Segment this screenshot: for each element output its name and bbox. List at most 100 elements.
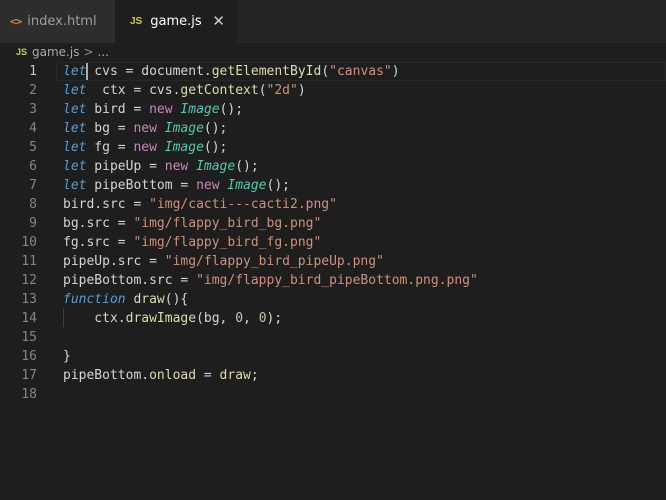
- line-number: 1: [29, 64, 37, 79]
- breadcrumb-file[interactable]: game.js: [32, 45, 79, 59]
- code-area[interactable]: pipeUp.src = "img/flappy_bird_pipeUp.png…: [56, 252, 666, 271]
- code-token: Image: [164, 140, 204, 155]
- code-token: bg: [86, 121, 118, 136]
- code-text: pipeUp.src = "img/flappy_bird_pipeUp.png…: [63, 252, 384, 271]
- code-area[interactable]: ctx.drawImage(bg, 0, 0);: [56, 309, 666, 328]
- code-text: fg.src = "img/flappy_bird_fg.png": [63, 233, 321, 252]
- code-text: pipeBottom.onload = draw;: [63, 366, 259, 385]
- code-token: 0: [258, 311, 267, 326]
- line-number: 8: [29, 197, 37, 212]
- code-token: (bg,: [196, 311, 236, 326]
- code-line[interactable]: 8 bird.src = "img/cacti---cacti2.png": [0, 195, 666, 214]
- code-line[interactable]: 17 pipeBottom.onload = draw;: [0, 366, 666, 385]
- code-area[interactable]: }: [56, 347, 666, 366]
- code-line[interactable]: 3 let bird = new Image();: [0, 100, 666, 119]
- code-token: pipeBottom: [86, 178, 181, 193]
- code-token: =: [149, 254, 157, 269]
- code-editor[interactable]: 1 let cvs = document.getElementById("canv…: [0, 61, 666, 500]
- code-text: pipeBottom.src = "img/flappy_bird_pipeBo…: [63, 271, 478, 290]
- code-area[interactable]: let bird = new Image();: [56, 100, 666, 119]
- code-line[interactable]: 13 function draw(){: [0, 290, 666, 309]
- code-token: bg.src: [63, 216, 118, 231]
- line-number: 5: [29, 140, 37, 155]
- code-token: ();: [219, 102, 244, 117]
- code-token: draw: [219, 368, 251, 383]
- line-number: 15: [21, 330, 37, 345]
- code-line[interactable]: 18: [0, 385, 666, 404]
- code-text: let ctx = cvs.getContext("2d"): [63, 81, 306, 100]
- code-text: ctx.drawImage(bg, 0, 0);: [63, 309, 282, 328]
- code-area[interactable]: let ctx = cvs.getContext("2d"): [56, 81, 666, 100]
- code-line[interactable]: 6 let pipeUp = new Image();: [0, 157, 666, 176]
- breadcrumb: JS game.js > ...: [0, 43, 666, 61]
- code-token: ();: [203, 140, 228, 155]
- code-line[interactable]: 10 fg.src = "img/flappy_bird_fg.png": [0, 233, 666, 252]
- tab-index-html[interactable]: <> index.html: [0, 0, 115, 43]
- code-token: ): [391, 64, 400, 79]
- code-area[interactable]: pipeBottom.src = "img/flappy_bird_pipeBo…: [56, 271, 666, 290]
- code-token: "2d": [266, 83, 298, 98]
- tab-game-js[interactable]: JS game.js ✕: [115, 0, 237, 43]
- code-token: let: [63, 83, 87, 98]
- code-text: function draw(){: [63, 290, 188, 309]
- line-number: 13: [21, 292, 37, 307]
- code-area[interactable]: let cvs = document.getElementById("canva…: [56, 62, 666, 81]
- code-token: =: [117, 140, 126, 155]
- html-file-icon: <>: [10, 15, 22, 28]
- code-area[interactable]: let pipeBottom = new Image();: [56, 176, 666, 195]
- code-area[interactable]: bird.src = "img/cacti---cacti2.png": [56, 195, 666, 214]
- code-area[interactable]: let bg = new Image();: [56, 119, 666, 138]
- code-text: let pipeBottom = new Image();: [63, 176, 290, 195]
- code-line[interactable]: 12 pipeBottom.src = "img/flappy_bird_pipe…: [0, 271, 666, 290]
- code-token: =: [203, 368, 212, 383]
- code-area[interactable]: fg.src = "img/flappy_bird_fg.png": [56, 233, 666, 252]
- tab-label: index.html: [27, 14, 97, 29]
- line-number: 12: [21, 273, 37, 288]
- code-line[interactable]: 5 let fg = new Image();: [0, 138, 666, 157]
- code-token: let: [63, 140, 87, 155]
- code-area[interactable]: [56, 385, 666, 404]
- code-token: onload: [149, 368, 197, 383]
- code-token: (: [258, 83, 267, 98]
- line-number: 2: [29, 83, 37, 98]
- line-number: 11: [21, 254, 37, 269]
- close-icon[interactable]: ✕: [212, 14, 225, 29]
- code-token: (: [321, 64, 330, 79]
- code-token: Image: [180, 102, 220, 117]
- code-token: ();: [203, 121, 228, 136]
- code-token: "img/cacti---cacti2.png": [149, 197, 337, 212]
- code-line[interactable]: 2 let ctx = cvs.getContext("2d"): [0, 81, 666, 100]
- code-line[interactable]: 16}: [0, 347, 666, 366]
- line-number: 7: [29, 178, 37, 193]
- code-line[interactable]: 1 let cvs = document.getElementById("canv…: [0, 62, 666, 81]
- code-line[interactable]: 11 pipeUp.src = "img/flappy_bird_pipeUp.p…: [0, 252, 666, 271]
- code-token: draw: [133, 292, 165, 307]
- code-area[interactable]: function draw(){: [56, 290, 666, 309]
- code-area[interactable]: [56, 328, 666, 347]
- code-area[interactable]: bg.src = "img/flappy_bird_bg.png": [56, 214, 666, 233]
- code-line[interactable]: 7 let pipeBottom = new Image();: [0, 176, 666, 195]
- code-line[interactable]: 9 bg.src = "img/flappy_bird_bg.png": [0, 214, 666, 233]
- code-token: let: [63, 102, 87, 117]
- code-area[interactable]: let fg = new Image();: [56, 138, 666, 157]
- code-area[interactable]: let pipeUp = new Image();: [56, 157, 666, 176]
- code-token: "img/flappy_bird_bg.png": [133, 216, 322, 231]
- code-token: bird: [86, 102, 134, 117]
- code-line[interactable]: 15: [0, 328, 666, 347]
- code-token: cvs.: [141, 83, 181, 98]
- code-token: let: [63, 64, 87, 79]
- code-token: getContext: [180, 83, 259, 98]
- code-line[interactable]: 14 ctx.drawImage(bg, 0, 0);: [0, 309, 666, 328]
- code-token: new: [164, 159, 189, 174]
- code-token: ,: [243, 311, 259, 326]
- line-number: 9: [29, 216, 37, 231]
- breadcrumb-symbol[interactable]: ...: [98, 45, 109, 59]
- code-line[interactable]: 4 let bg = new Image();: [0, 119, 666, 138]
- code-area[interactable]: pipeBottom.onload = draw;: [56, 366, 666, 385]
